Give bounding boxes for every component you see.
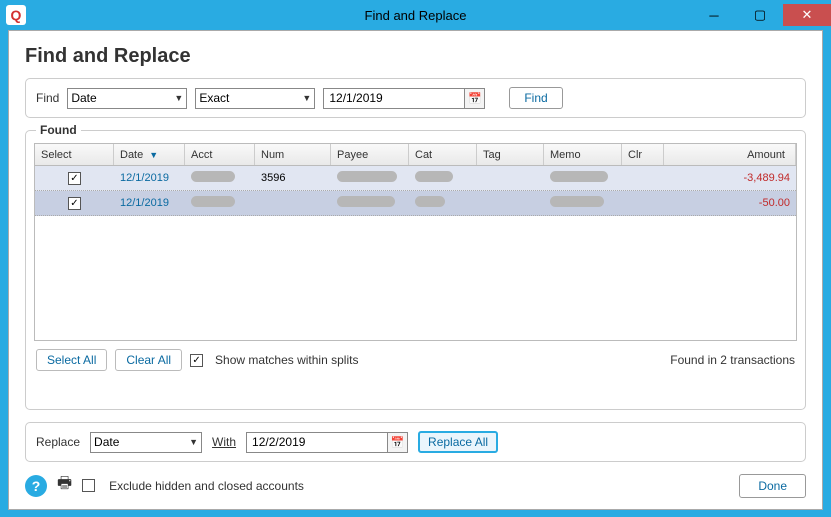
show-splits-label: Show matches within splits bbox=[215, 353, 358, 367]
calendar-icon[interactable]: 📅 bbox=[388, 432, 408, 453]
results-grid: Select Date Acct Num Payee Cat Tag Memo … bbox=[34, 143, 797, 341]
find-field-value: Date bbox=[71, 91, 96, 105]
redacted-cat bbox=[415, 171, 453, 182]
footer-row: ? 🖶 Exclude hidden and closed accounts D… bbox=[25, 472, 806, 499]
find-match-select[interactable]: Exact ▼ bbox=[195, 88, 315, 109]
find-button[interactable]: Find bbox=[509, 87, 562, 109]
redacted-memo bbox=[550, 196, 604, 207]
row-amount: -50.00 bbox=[664, 197, 796, 209]
chevron-down-icon: ▼ bbox=[170, 93, 183, 103]
replace-value-input[interactable]: 12/2/2019 bbox=[246, 432, 388, 453]
exclude-label: Exclude hidden and closed accounts bbox=[109, 479, 304, 493]
col-amount[interactable]: Amount bbox=[664, 144, 796, 165]
grid-header: Select Date Acct Num Payee Cat Tag Memo … bbox=[35, 144, 796, 166]
maximize-button[interactable]: ▢ bbox=[737, 4, 783, 26]
col-date[interactable]: Date bbox=[114, 144, 185, 165]
done-button[interactable]: Done bbox=[739, 474, 806, 498]
find-label: Find bbox=[36, 91, 59, 105]
col-num[interactable]: Num bbox=[255, 144, 331, 165]
replace-label: Replace bbox=[36, 435, 80, 449]
found-label: Found bbox=[36, 123, 81, 137]
window-title: Find and Replace bbox=[365, 8, 467, 23]
find-panel: Find Date ▼ Exact ▼ 12/1/2019 📅 Find bbox=[25, 78, 806, 118]
clear-all-button[interactable]: Clear All bbox=[115, 349, 182, 371]
row-checkbox[interactable]: ✓ bbox=[68, 172, 81, 185]
select-all-button[interactable]: Select All bbox=[36, 349, 107, 371]
redacted-cat bbox=[415, 196, 445, 207]
col-tag[interactable]: Tag bbox=[477, 144, 544, 165]
calendar-icon[interactable]: 📅 bbox=[465, 88, 485, 109]
replace-field-select[interactable]: Date ▼ bbox=[90, 432, 202, 453]
show-splits-checkbox[interactable]: ✓ bbox=[190, 354, 203, 367]
title-bar: Q Find and Replace ─ ▢ ✕ bbox=[0, 0, 831, 30]
find-field-select[interactable]: Date ▼ bbox=[67, 88, 187, 109]
replace-value-text: 12/2/2019 bbox=[252, 435, 305, 449]
replace-field-value: Date bbox=[94, 435, 119, 449]
find-value-text: 12/1/2019 bbox=[329, 91, 382, 105]
table-row[interactable]: ✓ 12/1/2019 -50.00 bbox=[35, 191, 796, 216]
help-icon[interactable]: ? bbox=[25, 475, 47, 497]
find-value-input[interactable]: 12/1/2019 bbox=[323, 88, 465, 109]
col-payee[interactable]: Payee bbox=[331, 144, 409, 165]
dialog-content: Find and Replace Find Date ▼ Exact ▼ 12/… bbox=[8, 30, 823, 510]
col-cat[interactable]: Cat bbox=[409, 144, 477, 165]
minimize-button[interactable]: ─ bbox=[691, 4, 737, 26]
close-button[interactable]: ✕ bbox=[783, 4, 831, 26]
exclude-checkbox[interactable] bbox=[82, 479, 95, 492]
redacted-acct bbox=[191, 171, 235, 182]
window-controls: ─ ▢ ✕ bbox=[691, 4, 831, 26]
row-date: 12/1/2019 bbox=[114, 197, 185, 209]
grid-body: ✓ 12/1/2019 3596 -3,489.94 ✓ 12/1/2019 bbox=[35, 166, 796, 340]
chevron-down-icon: ▼ bbox=[185, 437, 198, 447]
col-select[interactable]: Select bbox=[35, 144, 114, 165]
row-date: 12/1/2019 bbox=[114, 172, 185, 184]
redacted-payee bbox=[337, 171, 397, 182]
col-acct[interactable]: Acct bbox=[185, 144, 255, 165]
col-clr[interactable]: Clr bbox=[622, 144, 664, 165]
redacted-payee bbox=[337, 196, 395, 207]
found-count: Found in 2 transactions bbox=[670, 353, 795, 367]
page-title: Find and Replace bbox=[25, 45, 806, 68]
replace-panel: Replace Date ▼ With 12/2/2019 📅 Replace … bbox=[25, 422, 806, 462]
replace-all-button[interactable]: Replace All bbox=[418, 431, 498, 453]
found-footer: Select All Clear All ✓ Show matches with… bbox=[26, 341, 805, 379]
row-checkbox[interactable]: ✓ bbox=[68, 197, 81, 210]
app-icon: Q bbox=[6, 5, 26, 25]
with-label: With bbox=[212, 435, 236, 449]
found-panel: Found Select Date Acct Num Payee Cat Tag… bbox=[25, 130, 806, 410]
chevron-down-icon: ▼ bbox=[298, 93, 311, 103]
row-num: 3596 bbox=[255, 172, 331, 184]
redacted-memo bbox=[550, 171, 608, 182]
col-memo[interactable]: Memo bbox=[544, 144, 622, 165]
table-row[interactable]: ✓ 12/1/2019 3596 -3,489.94 bbox=[35, 166, 796, 191]
print-icon[interactable]: 🖶 bbox=[57, 472, 72, 499]
find-match-value: Exact bbox=[199, 91, 229, 105]
row-amount: -3,489.94 bbox=[664, 172, 796, 184]
redacted-acct bbox=[191, 196, 235, 207]
